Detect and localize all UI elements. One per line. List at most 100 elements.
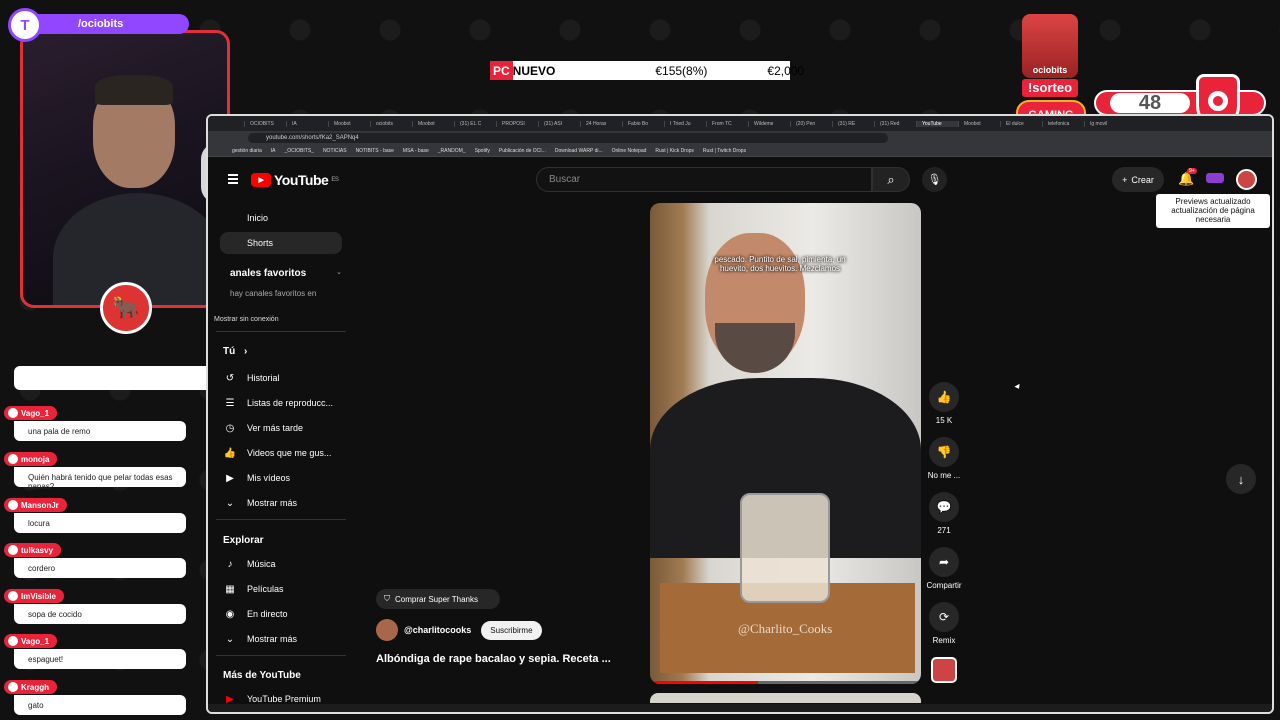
bookmarks-bar: gestión diaria IA _OCIOBITS_ NOTICIAS NOTIBI…	[208, 145, 1272, 157]
chat-text: locura	[14, 513, 186, 533]
notifications-bell-icon[interactable]: 🔔 9+	[1178, 168, 1197, 187]
browser-tab[interactable]: Moobot	[412, 120, 454, 127]
sidebar-item-shorts[interactable]: Shorts	[223, 234, 273, 252]
bookmark-item[interactable]: Download WARP di...	[555, 148, 603, 154]
offline-link[interactable]: Mostrar sin conexión	[214, 315, 279, 324]
short-video-player[interactable]: pescado. Puntito de sal, pimienta, un hu…	[650, 203, 921, 684]
ticker-label: NUEVO	[512, 63, 556, 78]
voice-search-button[interactable]: 🎙	[922, 167, 947, 192]
sidebar-item-music[interactable]: ♪ Música	[223, 555, 276, 573]
account-avatar[interactable]	[1236, 169, 1257, 190]
bookmark-item[interactable]: Rust | Twitch Drops	[703, 148, 746, 154]
dislike-button[interactable]: 👎 No me ...	[924, 437, 964, 480]
next-short-preview[interactable]	[650, 693, 921, 703]
browser-tab[interactable]: (31) ASÍ	[538, 120, 580, 127]
browser-tab[interactable]: Moobot	[328, 120, 370, 127]
share-label: Compartir	[926, 581, 962, 590]
giveaway-command: !sorteo	[1022, 79, 1078, 97]
search-button[interactable]: ⌕	[872, 167, 910, 192]
sidebar-item-watch-later[interactable]: ◷ Ver más tarde	[223, 419, 303, 437]
comments-button[interactable]: 💬 271	[924, 492, 964, 535]
browser-tab[interactable]: OCIOBITS	[244, 120, 286, 127]
browser-tab[interactable]: (20) Pen	[790, 120, 832, 127]
hamburger-menu-icon[interactable]	[228, 174, 238, 176]
video-person-beard	[715, 323, 795, 373]
browser-tab[interactable]: (31) Red	[874, 120, 916, 127]
bookmark-item[interactable]: Spotify	[475, 148, 490, 154]
progress-track[interactable]	[758, 681, 921, 684]
chat-username: ImVisible	[4, 589, 64, 603]
browser-tab[interactable]: Ig movil	[1084, 120, 1126, 127]
browser-tab[interactable]: Wildeme	[748, 120, 790, 127]
bookmark-item[interactable]: NOTIBITS - base	[356, 148, 394, 154]
bookmark-item[interactable]: Publicación de OCI...	[499, 148, 546, 154]
bookmark-item[interactable]: Rust | Kick Drops	[655, 148, 694, 154]
history-icon: ↺	[225, 372, 235, 384]
browser-tab[interactable]: Moobot	[958, 120, 1000, 127]
browser-tab[interactable]: 24 Horas	[580, 120, 622, 127]
browser-tab[interactable]: telefonica	[1042, 120, 1084, 127]
chat-user-label: Vago_1	[21, 636, 50, 646]
chevron-down-icon: ⌄	[225, 497, 235, 509]
search-input[interactable]: Buscar	[536, 167, 872, 192]
channel-handle[interactable]: @charlitocooks	[404, 625, 471, 635]
youtube-wordmark: YouTube	[274, 172, 329, 188]
short-title[interactable]: Albóndiga de rape bacalao y sepia. Recet…	[376, 653, 611, 665]
section-tu[interactable]: Tú ›	[223, 346, 247, 357]
sidebar-item-historial[interactable]: ↺ Historial	[223, 369, 280, 387]
bookmark-item[interactable]: NOTICIAS	[323, 148, 347, 154]
remix-button[interactable]: ⟳ Remix	[924, 602, 964, 645]
address-bar: youtube.com/shorts/fKa2_SAPNq4	[208, 131, 1272, 145]
sidebar-item-movies[interactable]: ▦ Películas	[223, 580, 284, 598]
next-short-button[interactable]: ↓	[1226, 464, 1256, 494]
chevron-right-icon: ›	[244, 346, 248, 357]
remix-label: Remix	[932, 636, 956, 645]
browser-tab[interactable]: IA	[286, 120, 328, 127]
create-button[interactable]: + Crear	[1112, 167, 1164, 192]
browser-tab[interactable]: From TC	[706, 120, 748, 127]
sidebar-item-my-videos[interactable]: ▶ Mis vídeos	[223, 469, 290, 487]
youtube-logo[interactable]: ▶ YouTube ES	[251, 172, 339, 188]
extension-icon[interactable]	[1206, 173, 1224, 183]
browser-tab[interactable]: Fabio Bo	[622, 120, 664, 127]
bookmark-item[interactable]: IA	[271, 148, 276, 154]
browser-tab[interactable]: YouTube	[916, 120, 958, 127]
like-button[interactable]: 👍 15 K	[924, 382, 964, 425]
user-badge-icon	[8, 591, 18, 601]
channel-avatar[interactable]	[376, 619, 398, 641]
url-field[interactable]: youtube.com/shorts/fKa2_SAPNq4	[248, 133, 888, 143]
chevron-down-icon[interactable]: ⌄	[336, 268, 342, 276]
sidebar-item-live[interactable]: ◉ En directo	[223, 605, 288, 623]
browser-tab[interactable]: ociobits	[370, 120, 412, 127]
chat-user-label: Kraggh	[21, 682, 49, 692]
user-badge-icon	[8, 682, 18, 692]
progress-bar[interactable]	[650, 681, 759, 684]
video-watermark: @Charlito_Cooks	[738, 621, 833, 636]
bookmark-item[interactable]: _OCIOBITS_	[284, 148, 313, 154]
sound-thumbnail[interactable]	[924, 657, 964, 683]
browser-tab[interactable]: (31) RE	[832, 120, 874, 127]
bookmark-item[interactable]: Online Notepad	[612, 148, 647, 154]
share-icon: ➦	[929, 547, 959, 577]
favorites-header[interactable]: anales favoritos	[230, 268, 306, 279]
sidebar-item-inicio[interactable]: Inicio	[223, 209, 268, 227]
browser-tab[interactable]: El dulce	[1000, 120, 1042, 127]
video-food-processor	[740, 493, 830, 603]
sidebar-item-playlists[interactable]: ☰ Listas de reproducc...	[223, 394, 334, 412]
sidebar-item-show-more-2[interactable]: ⌄ Mostrar más	[223, 630, 297, 648]
bookmark-item[interactable]: _RANDOM_	[438, 148, 466, 154]
browser-tab[interactable]: I Tried Ju	[664, 120, 706, 127]
section-explorar: Explorar	[223, 535, 264, 546]
super-thanks-button[interactable]: ⛉ Comprar Super Thanks	[376, 589, 500, 609]
bookmark-item[interactable]: MSA - base	[403, 148, 429, 154]
sidebar-item-show-more[interactable]: ⌄ Mostrar más	[223, 494, 297, 512]
ticker-delta: €155(8%)	[655, 63, 708, 78]
taskbar	[208, 704, 1272, 712]
sidebar-item-liked[interactable]: 👍 Videos que me gus...	[223, 444, 332, 462]
browser-tab[interactable]: PROPÓSI	[496, 120, 538, 127]
subscribe-button[interactable]: Suscribirme	[481, 620, 542, 640]
sidebar-label: Películas	[247, 584, 284, 594]
browser-tab[interactable]: (31) EL C	[454, 120, 496, 127]
share-button[interactable]: ➦ Compartir	[919, 547, 969, 590]
bookmark-item[interactable]: gestión diaria	[232, 148, 262, 154]
